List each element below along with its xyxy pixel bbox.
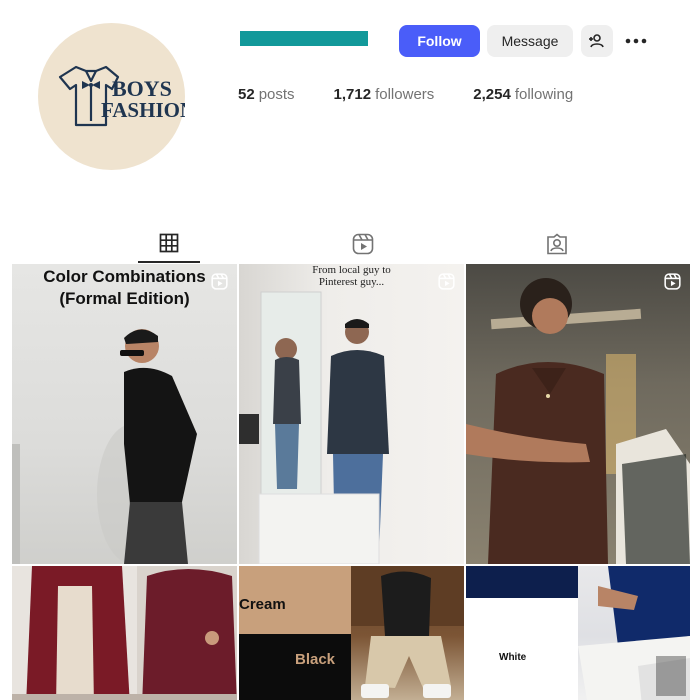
add-user-button[interactable] (581, 25, 613, 57)
stat-posts[interactable]: 52 posts (238, 86, 295, 103)
more-horizontal-icon (625, 38, 647, 44)
add-user-icon (589, 34, 604, 48)
tab-posts[interactable] (138, 225, 200, 263)
post-photo (239, 291, 389, 564)
followers-label: followers (375, 86, 435, 103)
profile-tabs (12, 225, 690, 263)
reels-icon (664, 273, 681, 290)
following-label: following (514, 86, 574, 103)
profile-stats: 52 posts 1,712 followers 2,254 following (238, 86, 612, 103)
profile-avatar[interactable]: BOYS FASHION (38, 23, 185, 170)
post-tile[interactable]: Cream Black (239, 566, 464, 700)
following-count: 2,254 (473, 86, 511, 103)
reels-icon (211, 273, 228, 290)
avatar-text-line2: FASHION (101, 98, 185, 122)
username-bar (240, 31, 368, 46)
post-photo (466, 278, 690, 564)
posts-label: posts (258, 86, 295, 103)
color-label: Cream (239, 596, 286, 613)
follow-button[interactable]: Follow (399, 25, 480, 57)
reels-icon (438, 273, 455, 290)
grid-icon (159, 233, 179, 253)
tab-reels[interactable] (332, 225, 394, 263)
caption-line-1: From local guy to (312, 264, 391, 276)
swatch-navy (466, 566, 578, 598)
shirt-bowtie-icon: BOYS FASHION (58, 65, 185, 127)
more-options-button[interactable] (620, 25, 652, 57)
post-tile[interactable] (12, 566, 237, 700)
stat-following[interactable]: 2,254 following (473, 86, 573, 103)
reels-icon (352, 233, 374, 255)
post-tile[interactable]: White (466, 566, 690, 700)
post-caption: Color Combinations (Formal Edition) (12, 266, 237, 310)
caption-line-2: (Formal Edition) (59, 289, 190, 308)
color-label: White (499, 652, 527, 663)
post-photo (578, 566, 690, 700)
post-tile[interactable]: From local guy to Pinterest guy... (239, 264, 464, 564)
post-tile[interactable]: Color Combinations (Formal Edition) (12, 264, 237, 564)
swatch-white (466, 598, 578, 700)
color-label: Black (295, 651, 336, 668)
post-photo-figure (351, 566, 464, 698)
posts-count: 52 (238, 86, 255, 103)
post-photo (12, 566, 237, 700)
caption-line-2: Pinterest guy... (318, 276, 385, 288)
followers-count: 1,712 (333, 86, 372, 103)
caption-line-1: Color Combinations (43, 267, 206, 286)
tagged-icon (547, 233, 567, 255)
post-caption: From local guy to Pinterest guy... (239, 264, 464, 288)
post-tile[interactable] (466, 264, 690, 564)
post-photo-figure (578, 566, 690, 700)
stat-followers[interactable]: 1,712 followers (334, 86, 435, 103)
tab-tagged[interactable] (526, 225, 588, 263)
message-button[interactable]: Message (487, 25, 573, 57)
post-photo (351, 566, 464, 700)
